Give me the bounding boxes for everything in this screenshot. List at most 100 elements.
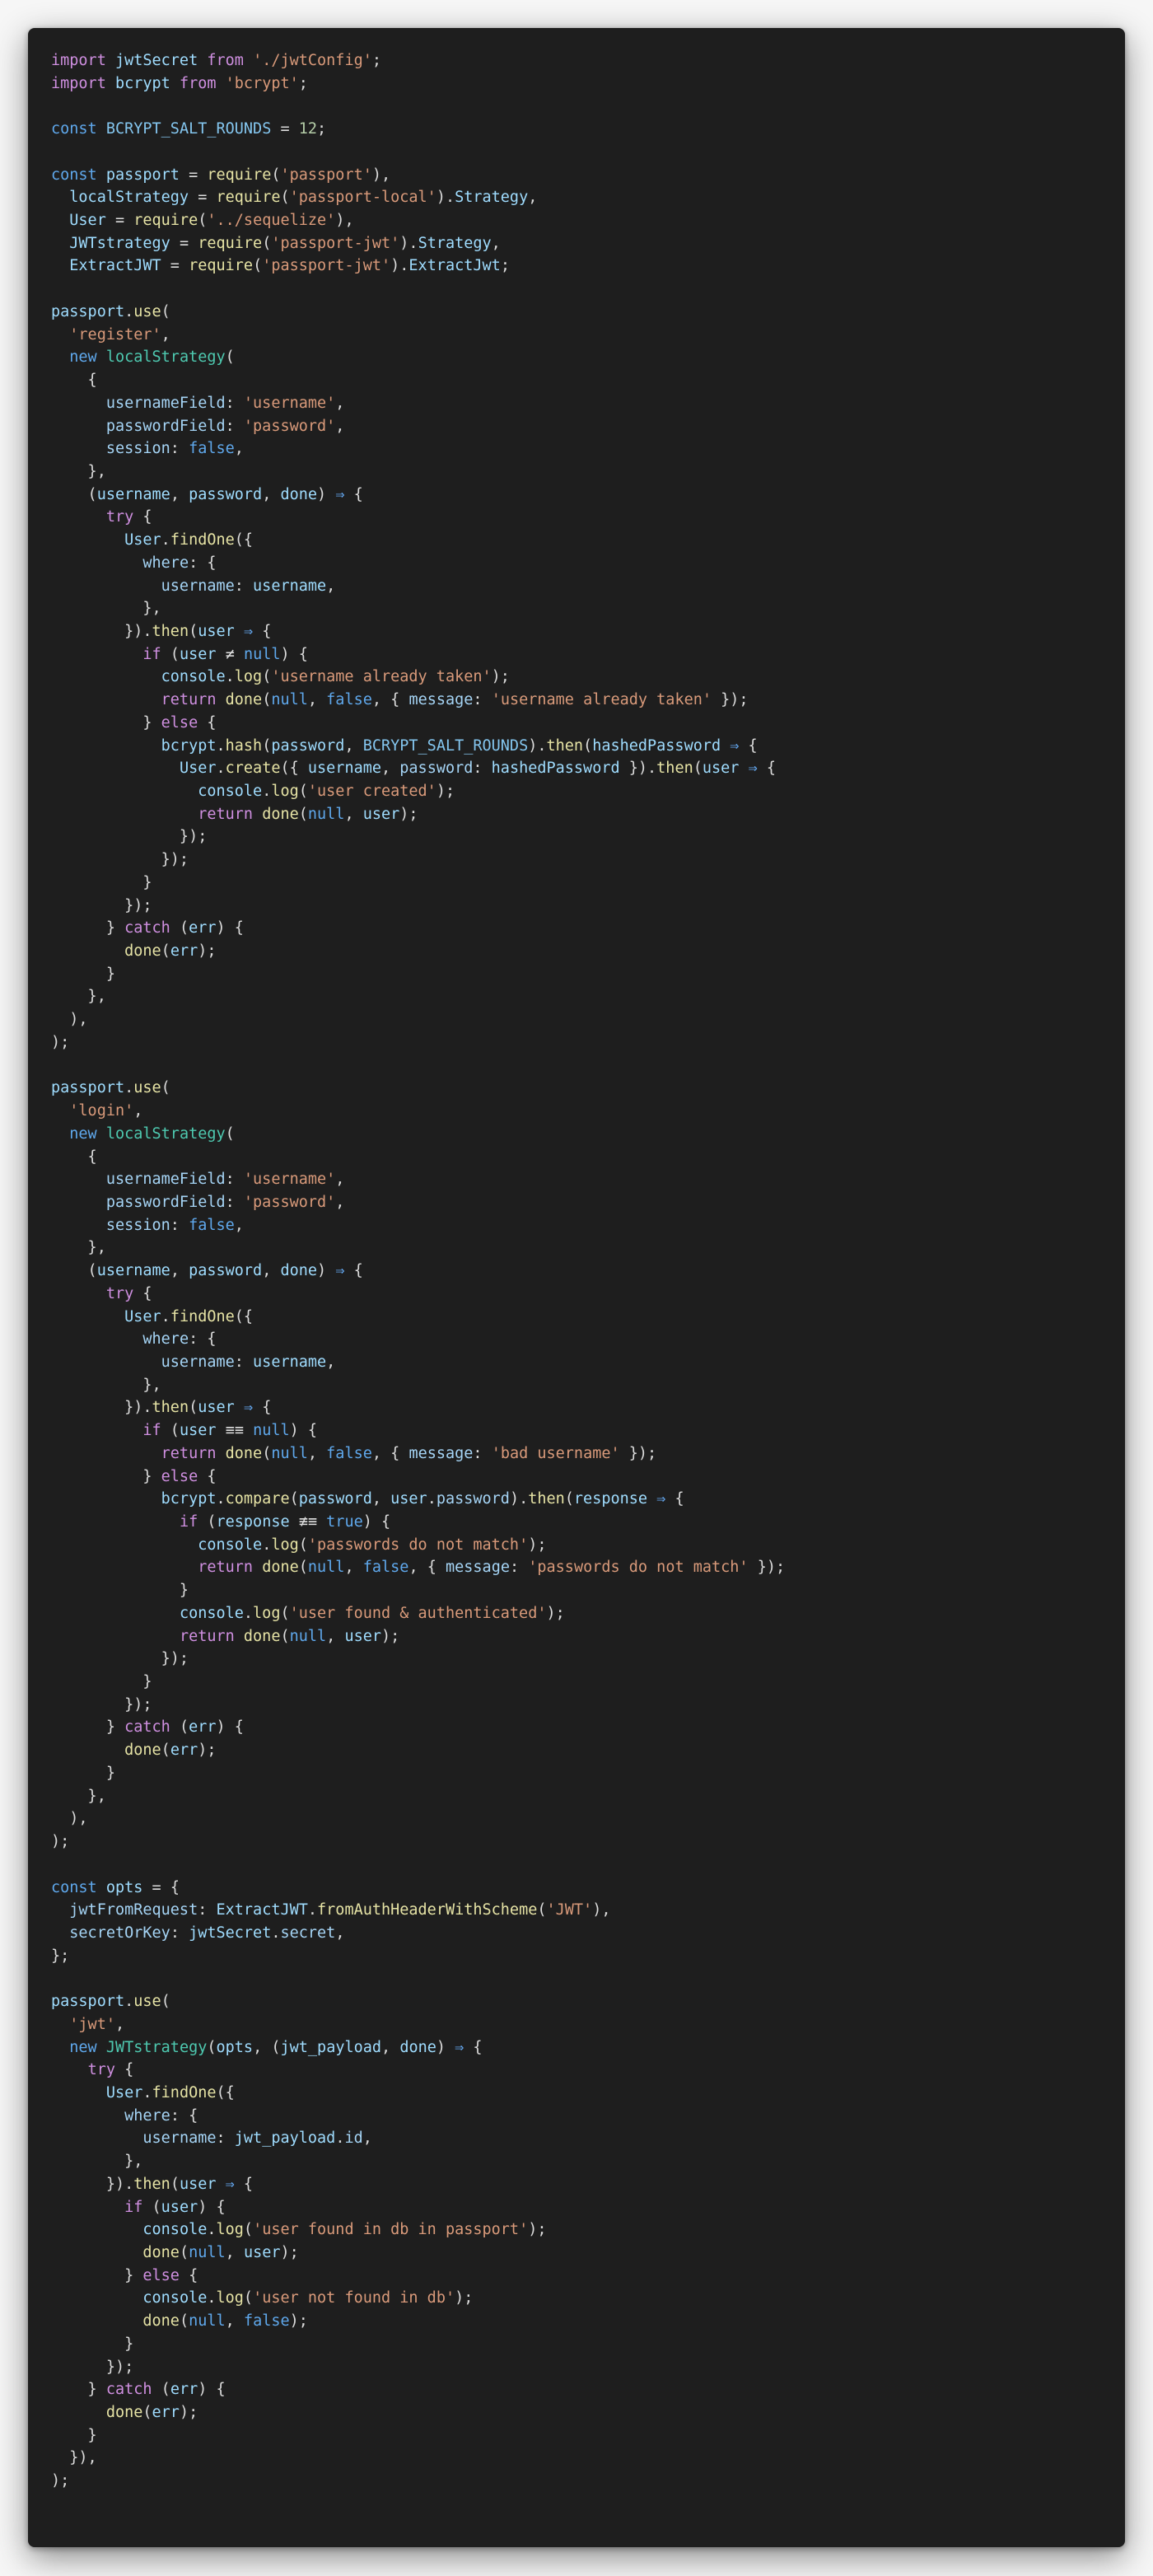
- identifier-token: Strategy: [455, 189, 529, 207]
- code-line: }).then(user ⇒ {: [51, 1396, 785, 1419]
- punctuation-token: [51, 1445, 161, 1462]
- code-line: console.log('passwords do not match');: [51, 1534, 785, 1557]
- punctuation-token: = {: [142, 1878, 180, 1896]
- punctuation-token: [97, 166, 106, 184]
- punctuation-token: );: [455, 2289, 474, 2307]
- code-line: return done(null, false, { message: 'use…: [51, 689, 785, 712]
- punctuation-token: [51, 440, 106, 457]
- punctuation-token: );: [198, 942, 217, 961]
- identifier-token: hashedPassword: [592, 736, 721, 755]
- code-line: 'jwt',: [51, 2013, 785, 2036]
- string-token: 'passwords do not match': [528, 1559, 749, 1577]
- punctuation-token: {: [198, 1467, 217, 1485]
- code-line: {: [51, 1146, 785, 1169]
- punctuation-token: ,: [225, 2244, 244, 2261]
- punctuation-token: [51, 189, 69, 206]
- punctuation-token: (: [537, 1901, 547, 1919]
- punctuation-token: [51, 783, 198, 800]
- property-token: usernameField: [105, 1171, 226, 1189]
- punctuation-token: );: [381, 1627, 400, 1645]
- punctuation-token: }: [51, 713, 161, 732]
- punctuation-token: ,: [170, 485, 189, 503]
- punctuation-token: [51, 2312, 142, 2330]
- code-line: done(err);: [51, 1739, 785, 1762]
- punctuation-token: },: [51, 1376, 161, 1394]
- operator-token: ≠: [225, 645, 235, 663]
- code-line: username: username,: [51, 575, 785, 598]
- identifier-token: user: [243, 2244, 281, 2261]
- code-line: });: [51, 1648, 785, 1671]
- property-token: id: [344, 2130, 363, 2148]
- keyword-token: import: [51, 74, 106, 92]
- punctuation-token: (: [142, 2198, 161, 2216]
- punctuation-token: :: [473, 691, 492, 709]
- punctuation-token: );: [528, 1536, 547, 1554]
- punctuation-token: (: [225, 348, 235, 367]
- punctuation-token: ,: [491, 234, 501, 252]
- string-token: 'passport': [280, 166, 372, 184]
- code-block[interactable]: import jwtSecret from './jwtConfig'; impo…: [51, 49, 785, 2493]
- property-token: message: [408, 691, 474, 709]
- property-token: username: [142, 2130, 217, 2148]
- punctuation-token: },: [51, 600, 161, 618]
- code-line: (username, password, done) ⇒ {: [51, 484, 785, 507]
- code-line: done(err);: [51, 2401, 785, 2424]
- code-line: console.log('username already taken');: [51, 666, 785, 689]
- punctuation-token: [51, 1217, 106, 1234]
- identifier-token: err: [170, 2381, 198, 2399]
- code-line: session: false,: [51, 1214, 785, 1237]
- punctuation-token: ,: [371, 1490, 391, 1508]
- punctuation-token: [97, 120, 106, 138]
- punctuation-token: ),: [371, 166, 391, 184]
- punctuation-token: });: [51, 1650, 189, 1668]
- identifier-token: response: [216, 1513, 290, 1531]
- arrow-token: ⇒: [730, 736, 740, 755]
- code-line: import jwtSecret from './jwtConfig';: [51, 49, 785, 72]
- punctuation-token: ({: [280, 760, 308, 778]
- code-line: );: [51, 2470, 785, 2493]
- punctuation-token: ,: [344, 736, 363, 755]
- identifier-token: user: [198, 1399, 235, 1417]
- identifier-token: password: [189, 485, 263, 503]
- punctuation-token: (: [189, 622, 198, 640]
- punctuation-token: },: [51, 1787, 106, 1805]
- punctuation-token: {: [253, 622, 272, 640]
- punctuation-token: :: [473, 1444, 492, 1462]
- punctuation-token: [217, 646, 226, 663]
- code-line: passport.use(: [51, 1990, 785, 2013]
- punctuation-token: },: [51, 988, 106, 1006]
- punctuation-token: (: [564, 1490, 574, 1508]
- declaration-token: false: [362, 1559, 409, 1577]
- identifier-token: User: [69, 212, 106, 230]
- code-line: username: jwt_payload.id,: [51, 2127, 785, 2150]
- punctuation-token: .: [335, 2130, 345, 2148]
- constant-token: BCRYPT_SALT_ROUNDS: [105, 120, 272, 138]
- punctuation-token: :: [225, 1193, 244, 1211]
- punctuation-token: =: [105, 212, 134, 230]
- property-token: passwordField: [105, 1193, 226, 1211]
- keyword-token: if: [142, 645, 161, 663]
- punctuation-token: (: [198, 1513, 217, 1531]
- identifier-token: console: [179, 1604, 244, 1622]
- identifier-token: passport: [51, 1079, 125, 1097]
- code-line: bcrypt.hash(password, BCRYPT_SALT_ROUNDS…: [51, 735, 785, 758]
- punctuation-token: =: [170, 234, 198, 252]
- code-line: }: [51, 1671, 785, 1694]
- code-line: } catch (err) {: [51, 917, 785, 940]
- code-line: }: [51, 2333, 785, 2356]
- identifier-token: jwt_payload: [280, 2038, 382, 2056]
- punctuation-token: ): [436, 2038, 455, 2056]
- identifier-token: jwt_payload: [234, 2130, 336, 2148]
- punctuation-token: [51, 1559, 198, 1576]
- punctuation-token: =: [271, 120, 299, 138]
- declaration-token: new: [69, 2038, 97, 2056]
- function-token: done: [225, 1444, 263, 1462]
- punctuation-token: : {: [189, 1330, 217, 1349]
- string-token: 'bad username': [491, 1444, 620, 1462]
- punctuation-token: ) {: [362, 1513, 391, 1531]
- identifier-token: bcrypt: [114, 74, 170, 92]
- punctuation-token: ),: [51, 1810, 88, 1828]
- punctuation-token: .: [124, 1079, 134, 1097]
- code-line: },: [51, 461, 785, 484]
- keyword-token: if: [179, 1513, 198, 1531]
